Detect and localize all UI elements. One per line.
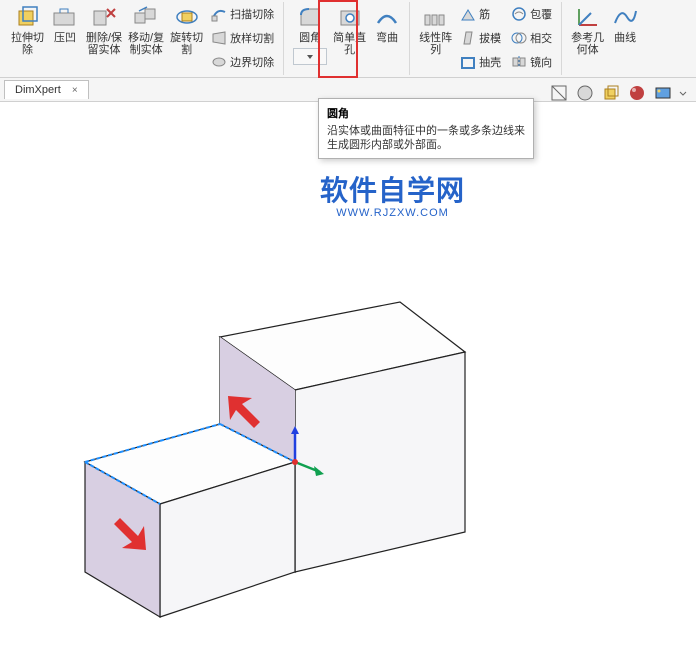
bend-button[interactable]: 弯曲 xyxy=(369,2,405,74)
rib-button[interactable]: 筋 xyxy=(457,2,504,25)
curves-button[interactable]: 曲线 xyxy=(607,2,643,74)
move-copy-label: 移动/复 制实体 xyxy=(128,32,164,56)
scene-icon[interactable] xyxy=(652,82,674,104)
watermark-url: WWW.RJZXW.COM xyxy=(320,207,465,219)
ribbon-group-features: 圆角 简单直 孔 弯曲 xyxy=(286,2,410,75)
mirror-icon xyxy=(511,54,527,70)
delete-body-label: 删除/保 留实体 xyxy=(86,32,122,56)
swept-cut-button[interactable]: 扫描切除 xyxy=(208,2,277,25)
tooltip-title: 圆角 xyxy=(327,105,525,121)
indent-button[interactable]: 压凹 xyxy=(47,2,83,74)
pattern-small-stack-2: 包覆 相交 镜向 xyxy=(506,2,557,73)
boundary-cut-button[interactable]: 边界切除 xyxy=(208,50,277,73)
delete-body-icon xyxy=(90,4,118,30)
indent-icon xyxy=(51,4,79,30)
ribbon-group-pattern: 线性阵 列 筋 拔模 抽壳 包覆 相交 xyxy=(412,2,562,75)
swept-cut-label: 扫描切除 xyxy=(230,6,274,22)
tab-dimxpert-label: DimXpert xyxy=(15,84,61,96)
mirror-label: 镜向 xyxy=(530,54,552,70)
view-dropdown-icon[interactable] xyxy=(678,82,688,104)
rib-icon xyxy=(460,6,476,22)
loft-cut-button[interactable]: 放样切割 xyxy=(208,26,277,49)
orientation-icon[interactable] xyxy=(600,82,622,104)
ref-geometry-button[interactable]: 参考几 何体 xyxy=(568,2,607,74)
linear-pattern-icon xyxy=(422,4,450,30)
bend-label: 弯曲 xyxy=(376,32,398,44)
linear-pattern-button[interactable]: 线性阵 列 xyxy=(416,2,455,74)
loft-cut-label: 放样切割 xyxy=(230,30,274,46)
rib-label: 筋 xyxy=(479,6,490,22)
shell-button[interactable]: 抽壳 xyxy=(457,50,504,73)
extrude-cut-icon xyxy=(14,4,42,30)
ribbon-group-cuts: 拉伸切 除 压凹 删除/保 留实体 移动/复 制实体 旋转切 割 xyxy=(4,2,284,75)
hole-icon xyxy=(336,4,364,30)
curves-icon xyxy=(611,4,639,30)
loft-icon xyxy=(211,30,227,46)
indent-label: 压凹 xyxy=(54,32,76,44)
pattern-small-stack-1: 筋 拔模 抽壳 xyxy=(455,2,506,73)
watermark: 软件自学网 WWW.RJZXW.COM xyxy=(320,169,465,219)
move-copy-icon xyxy=(132,4,160,30)
fillet-tooltip: 圆角 沿实体或曲面特征中的一条或多条边线来生成圆形内部或外部面。 xyxy=(318,98,534,159)
intersect-label: 相交 xyxy=(530,30,552,46)
revolve-cut-button[interactable]: 旋转切 割 xyxy=(167,2,206,74)
tab-close-icon[interactable]: × xyxy=(72,85,78,96)
display-style-icon[interactable] xyxy=(574,82,596,104)
wrap-button[interactable]: 包覆 xyxy=(508,2,555,25)
mirror-button[interactable]: 镜向 xyxy=(508,50,555,73)
move-copy-body-button[interactable]: 移动/复 制实体 xyxy=(125,2,167,74)
delete-keep-body-button[interactable]: 删除/保 留实体 xyxy=(83,2,125,74)
tab-dimxpert[interactable]: DimXpert × xyxy=(4,80,89,99)
extrude-cut-label: 拉伸切 除 xyxy=(11,32,44,56)
section-view-icon[interactable] xyxy=(548,82,570,104)
solid-model xyxy=(20,172,520,672)
watermark-text: 软件自学网 xyxy=(320,169,465,209)
fillet-button[interactable]: 圆角 xyxy=(290,2,330,74)
features-ribbon: 拉伸切 除 压凹 删除/保 留实体 移动/复 制实体 旋转切 割 xyxy=(0,0,696,78)
draft-label: 拔模 xyxy=(479,30,501,46)
wrap-icon xyxy=(511,6,527,22)
sweep-icon xyxy=(211,6,227,22)
ref-geom-icon xyxy=(574,4,602,30)
revolve-cut-label: 旋转切 割 xyxy=(170,32,203,56)
cut-small-stack: 扫描切除 放样切割 边界切除 xyxy=(206,2,279,73)
draft-button[interactable]: 拔模 xyxy=(457,26,504,49)
wrap-label: 包覆 xyxy=(530,6,552,22)
shell-icon xyxy=(460,54,476,70)
shell-label: 抽壳 xyxy=(479,54,501,70)
view-toolbar xyxy=(548,82,688,104)
hole-label: 简单直 孔 xyxy=(333,32,366,56)
curves-label: 曲线 xyxy=(614,32,636,44)
ribbon-group-ref: 参考几 何体 曲线 xyxy=(564,2,647,75)
intersect-icon xyxy=(511,30,527,46)
extrude-cut-button[interactable]: 拉伸切 除 xyxy=(8,2,47,74)
bend-icon xyxy=(373,4,401,30)
revolve-cut-icon xyxy=(173,4,201,30)
fillet-dropdown[interactable] xyxy=(293,48,327,65)
boundary-cut-label: 边界切除 xyxy=(230,54,274,70)
boundary-icon xyxy=(211,54,227,70)
hole-wizard-button[interactable]: 简单直 孔 xyxy=(330,2,369,74)
linear-pattern-label: 线性阵 列 xyxy=(419,32,452,56)
intersect-button[interactable]: 相交 xyxy=(508,26,555,49)
draft-icon xyxy=(460,30,476,46)
appearances-icon[interactable] xyxy=(626,82,648,104)
fillet-label: 圆角 xyxy=(299,32,321,44)
tooltip-description: 沿实体或曲面特征中的一条或多条边线来生成圆形内部或外部面。 xyxy=(327,124,525,152)
fillet-icon xyxy=(296,4,324,30)
ref-geom-label: 参考几 何体 xyxy=(571,32,604,56)
